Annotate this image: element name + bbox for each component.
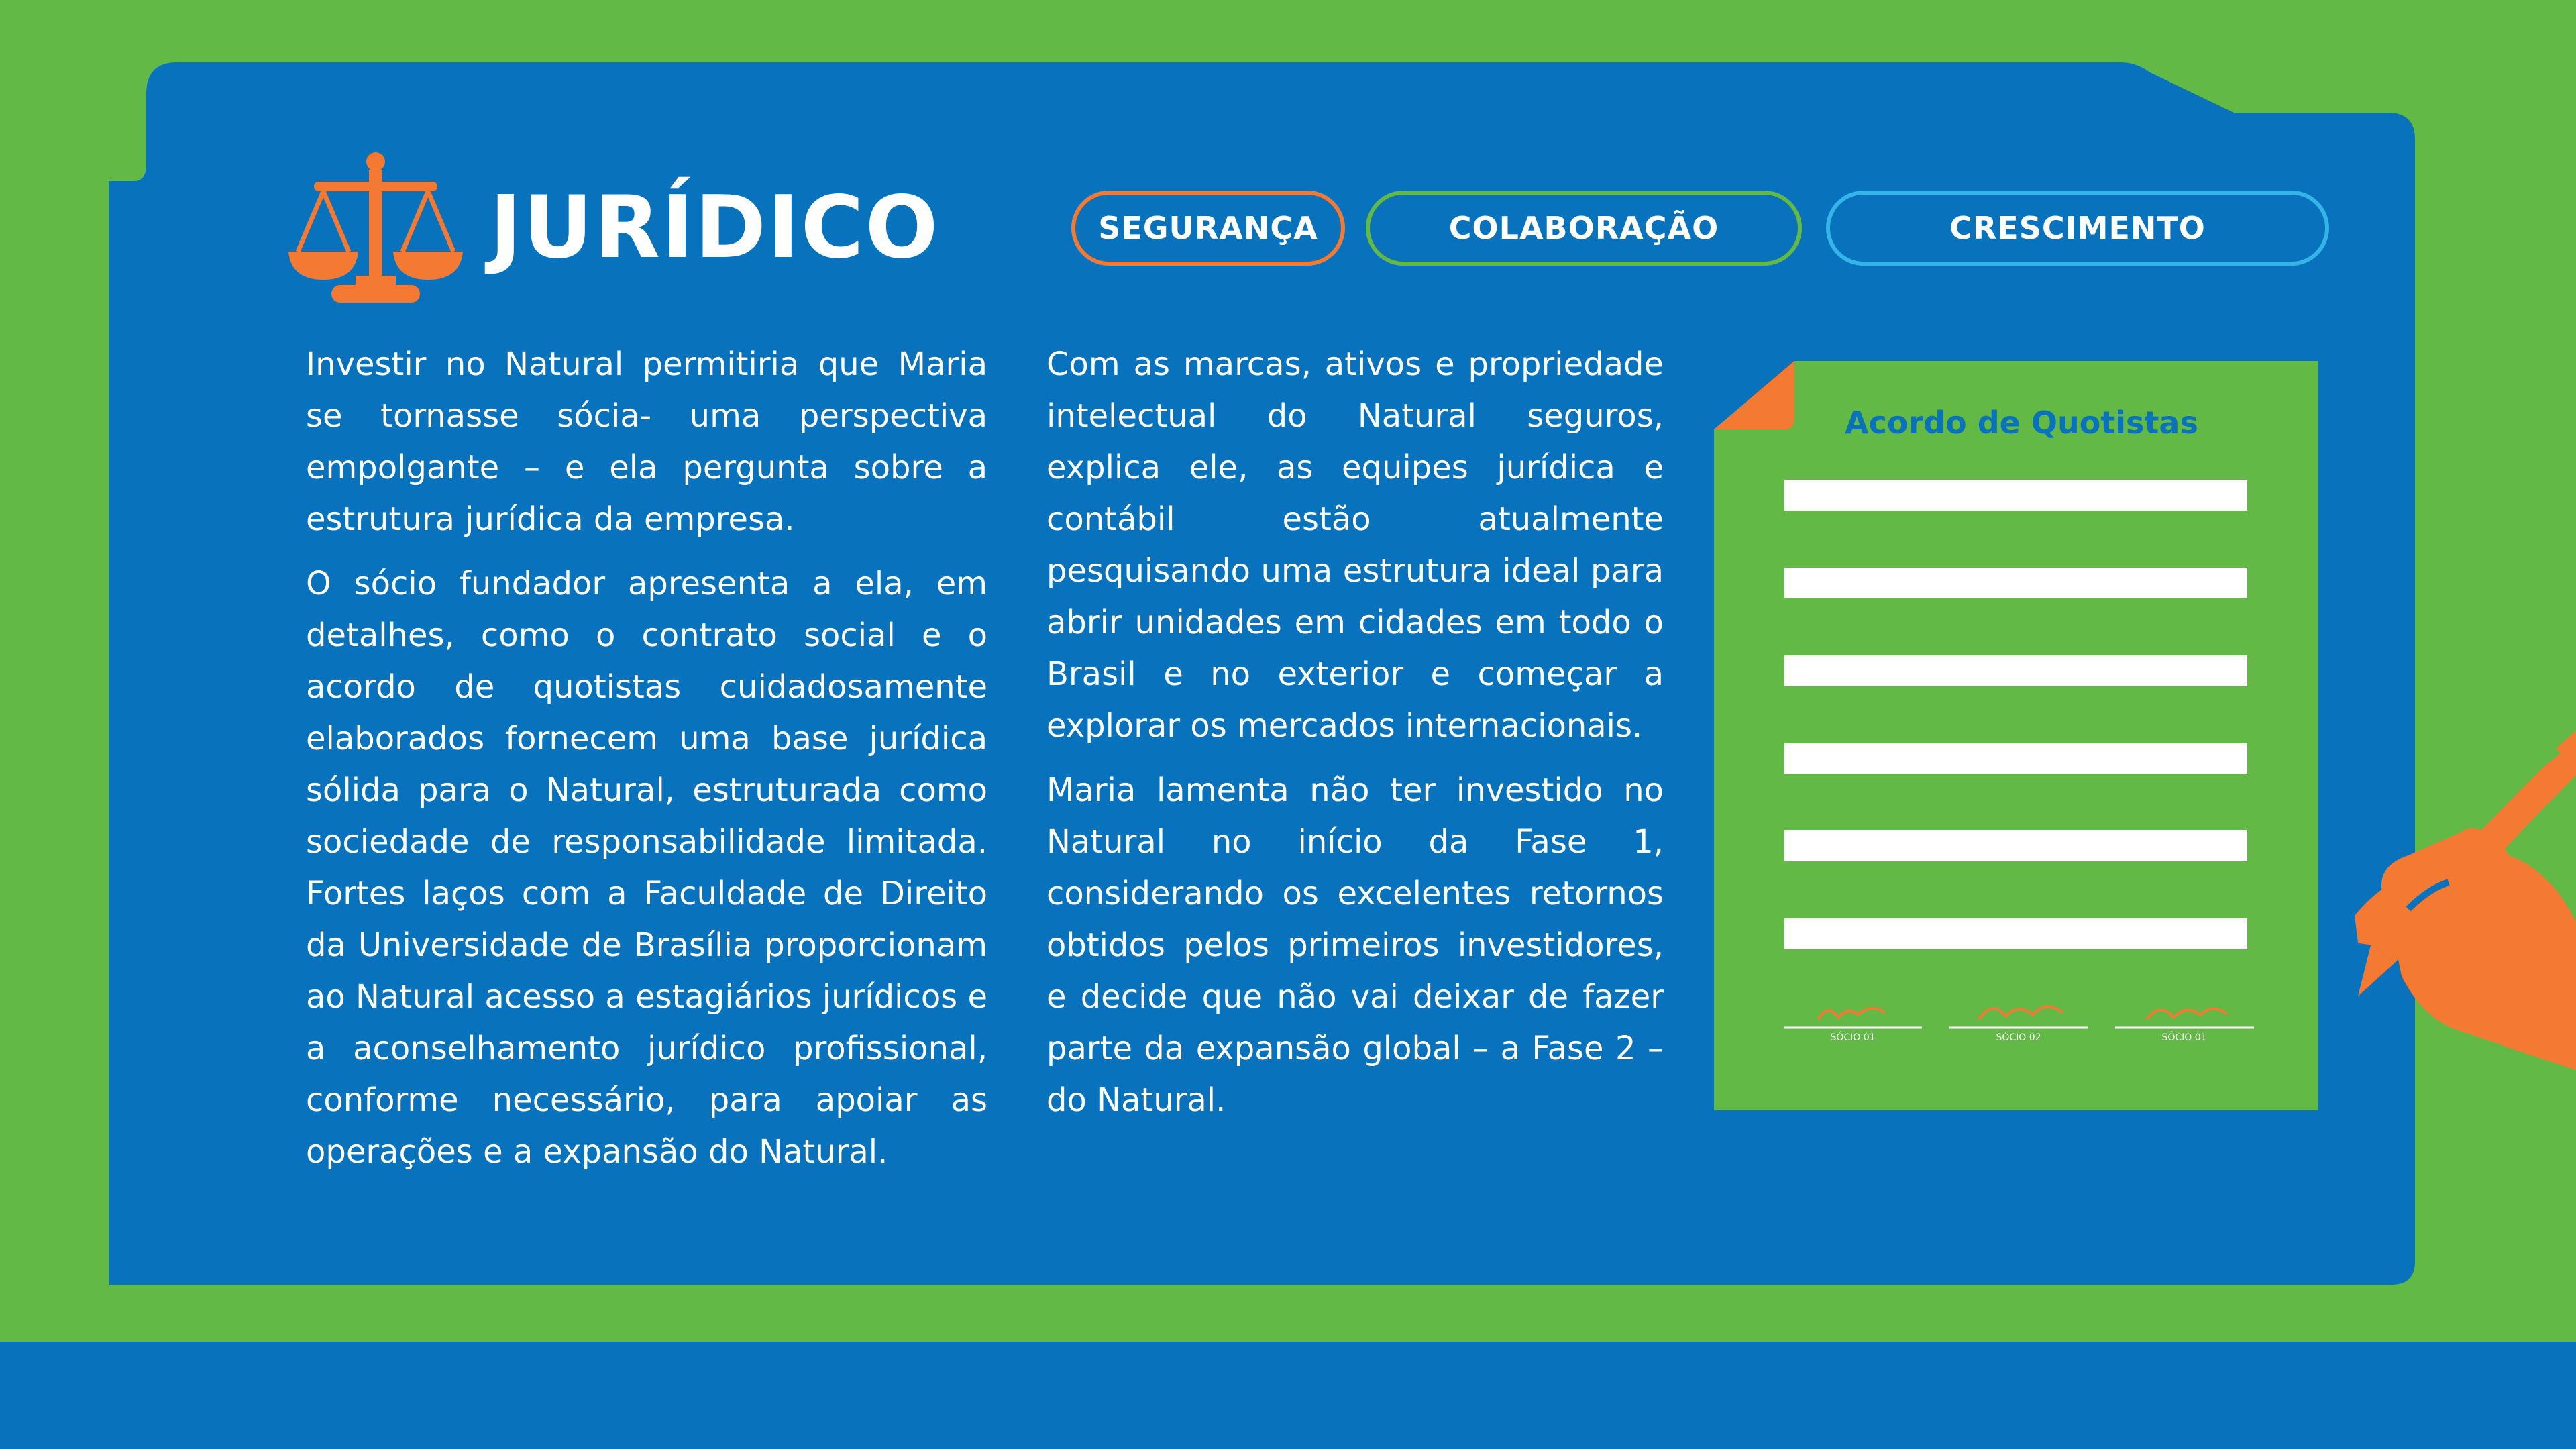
text-column-2: Com as marcas, ativos e propriedade inte… bbox=[1046, 339, 1664, 1139]
document-line bbox=[1784, 568, 2247, 598]
signature-label: SÓCIO 01 bbox=[2161, 1032, 2207, 1043]
signature-label: SÓCIO 01 bbox=[1830, 1032, 1876, 1043]
document-line bbox=[1784, 830, 2247, 861]
tab-colaboracao[interactable]: COLABORAÇÃO bbox=[1366, 191, 1802, 266]
agreement-document: Acordo de Quotistas SÓCIO 01 SÓCIO 02 SÓ… bbox=[1711, 359, 2576, 1110]
folded-corner bbox=[1714, 361, 1794, 429]
document-sheet bbox=[1714, 361, 2318, 1110]
scale-icon bbox=[288, 152, 463, 303]
document-line bbox=[1784, 743, 2247, 774]
paragraph: O sócio fundador apresenta a ela, em det… bbox=[306, 565, 987, 1171]
document-title: Acordo de Quotistas bbox=[1845, 405, 2198, 441]
hand-pen-illustration bbox=[2355, 730, 2576, 1070]
signature-label: SÓCIO 02 bbox=[1996, 1032, 2041, 1043]
tab-crescimento[interactable]: CRESCIMENTO bbox=[1826, 191, 2329, 266]
paragraph: Maria lamenta não ter investido no Natur… bbox=[1046, 771, 1664, 1119]
paragraph: Investir no Natural permitiria que Maria… bbox=[306, 345, 987, 538]
tab-seguranca[interactable]: SEGURANÇA bbox=[1071, 191, 1345, 266]
document-line bbox=[1784, 480, 2247, 511]
paragraph: Com as marcas, ativos e propriedade inte… bbox=[1046, 345, 1664, 745]
page-title: JURÍDICO bbox=[490, 178, 940, 278]
header: JURÍDICO bbox=[288, 148, 939, 309]
document-line bbox=[1784, 655, 2247, 686]
document-line bbox=[1784, 918, 2247, 949]
text-column-1: Investir no Natural permitiria que Maria… bbox=[306, 339, 987, 1191]
